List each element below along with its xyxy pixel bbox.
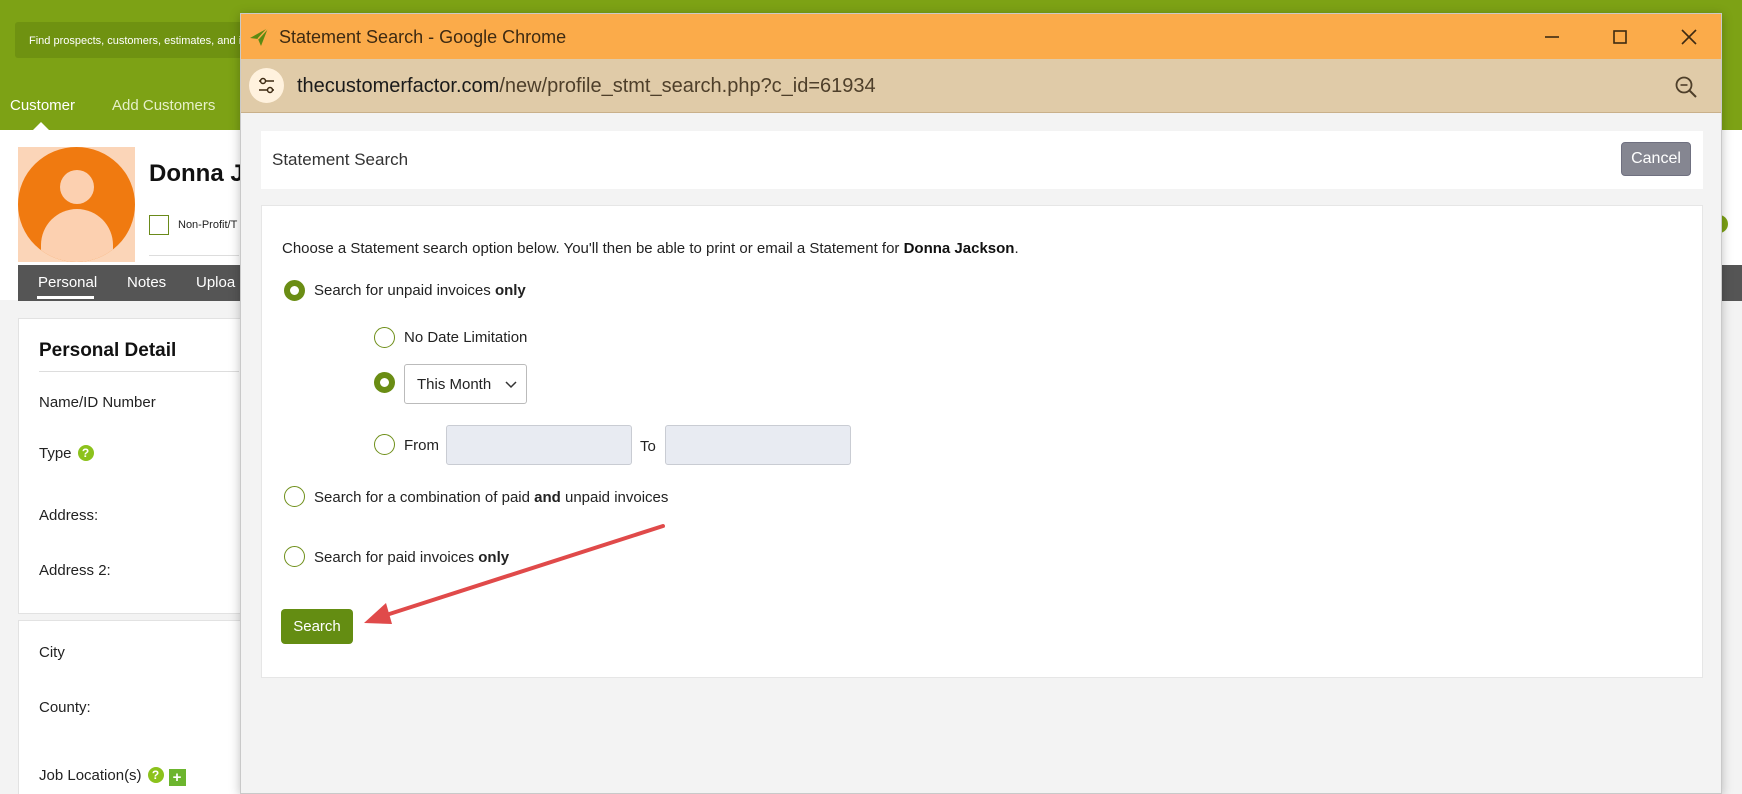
zoom-icon[interactable] [1673, 74, 1699, 100]
intro-suffix: . [1014, 240, 1019, 257]
avatar-circle [18, 147, 135, 262]
radio-date-range[interactable] [374, 434, 395, 455]
intro-customer-name: Donna Jackson [903, 240, 1015, 257]
label-unpaid-only-text: Search for unpaid invoices [314, 282, 495, 299]
non-profit-label: Non-Profit/T [178, 219, 238, 231]
label-combo-post: unpaid invoices [560, 489, 669, 506]
close-icon [1681, 29, 1697, 45]
maximize-button[interactable] [1600, 22, 1640, 52]
field-job-locations-label: Job Location(s) [39, 767, 142, 784]
radio-date-period[interactable] [374, 372, 395, 393]
radio-no-date-limitation[interactable] [374, 327, 395, 348]
help-icon[interactable]: ? [147, 767, 164, 783]
field-city: City [39, 644, 65, 661]
label-paid-only[interactable]: Search for paid invoices only [314, 549, 509, 566]
label-combo-pre: Search for a combination of paid [314, 489, 535, 506]
label-no-date-limitation[interactable]: No Date Limitation [404, 329, 527, 346]
field-job-locations: Job Location(s)? + [39, 767, 186, 786]
right-tab-strip [1720, 265, 1742, 301]
tab-personal[interactable]: Personal [38, 274, 97, 291]
address-bar: thecustomerfactor.com/new/profile_stmt_s… [241, 59, 1721, 113]
label-paid-only-bold: only [478, 549, 510, 566]
label-unpaid-only[interactable]: Search for unpaid invoices only [314, 282, 526, 299]
radio-unpaid-only[interactable] [284, 280, 305, 301]
tab-uploads[interactable]: Uploa [196, 274, 235, 291]
field-name-id: Name/ID Number [39, 394, 156, 411]
minimize-button[interactable] [1532, 22, 1572, 52]
tune-icon [259, 77, 274, 94]
nav-add-customers[interactable]: Add Customers [112, 97, 215, 114]
nav-active-indicator [33, 122, 49, 130]
nav-customer[interactable]: Customer [10, 97, 75, 114]
cancel-button[interactable]: Cancel [1621, 142, 1691, 176]
close-window-button[interactable] [1669, 22, 1709, 52]
help-icon[interactable]: ? [77, 445, 94, 461]
minimize-icon [1545, 36, 1559, 38]
app-logo-icon [250, 27, 269, 46]
url-path: /new/profile_stmt_search.php?c_id=61934 [499, 75, 876, 97]
radio-paid-only[interactable] [284, 546, 305, 567]
date-period-select[interactable]: This Month [404, 364, 527, 404]
label-to: To [640, 438, 656, 455]
avatar-body [41, 209, 113, 262]
label-paid-only-text: Search for paid invoices [314, 549, 479, 566]
chevron-down-icon [505, 381, 517, 389]
statement-search-title: Statement Search [272, 150, 409, 169]
search-instructions: Choose a Statement search option below. … [282, 240, 1019, 257]
personal-detail-title: Personal Detail [39, 340, 177, 361]
profile-divider [149, 255, 239, 256]
window-title-bar: Statement Search - Google Chrome [241, 14, 1721, 59]
from-date-input[interactable] [446, 425, 632, 465]
tab-active-underline [37, 296, 94, 299]
avatar-head [60, 170, 94, 204]
date-period-value: This Month [417, 376, 492, 393]
profile-tabs: Personal Notes Uploa [18, 265, 248, 301]
window-title: Statement Search - Google Chrome [279, 27, 567, 47]
field-address: Address: [39, 507, 99, 524]
card-divider [39, 371, 239, 372]
site-settings-button[interactable] [249, 68, 284, 103]
maximize-icon [1613, 30, 1627, 44]
field-type-label: Type [39, 445, 72, 462]
statement-search-header: Statement Search Cancel [261, 131, 1703, 189]
tab-notes[interactable]: Notes [127, 274, 166, 291]
label-paid-and-unpaid[interactable]: Search for a combination of paid and unp… [314, 489, 668, 506]
label-from: From [404, 437, 439, 454]
add-icon[interactable]: + [168, 769, 186, 786]
label-unpaid-only-bold: only [494, 282, 526, 299]
field-type: Type? [39, 445, 94, 462]
non-profit-checkbox[interactable] [149, 215, 169, 235]
radio-paid-and-unpaid[interactable] [284, 486, 305, 507]
intro-text: Choose a Statement search option below. … [282, 240, 904, 257]
search-button[interactable]: Search [281, 609, 353, 644]
to-date-input[interactable] [665, 425, 851, 465]
field-county: County: [39, 699, 91, 716]
global-search-input[interactable]: Find prospects, customers, estimates, an… [15, 22, 245, 58]
label-combo-bold: and [534, 489, 561, 506]
url-domain: thecustomerfactor.com [297, 75, 500, 97]
customer-avatar [18, 147, 135, 262]
field-address-2: Address 2: [39, 562, 111, 579]
url-text[interactable]: thecustomerfactor.com/new/profile_stmt_s… [297, 75, 876, 98]
